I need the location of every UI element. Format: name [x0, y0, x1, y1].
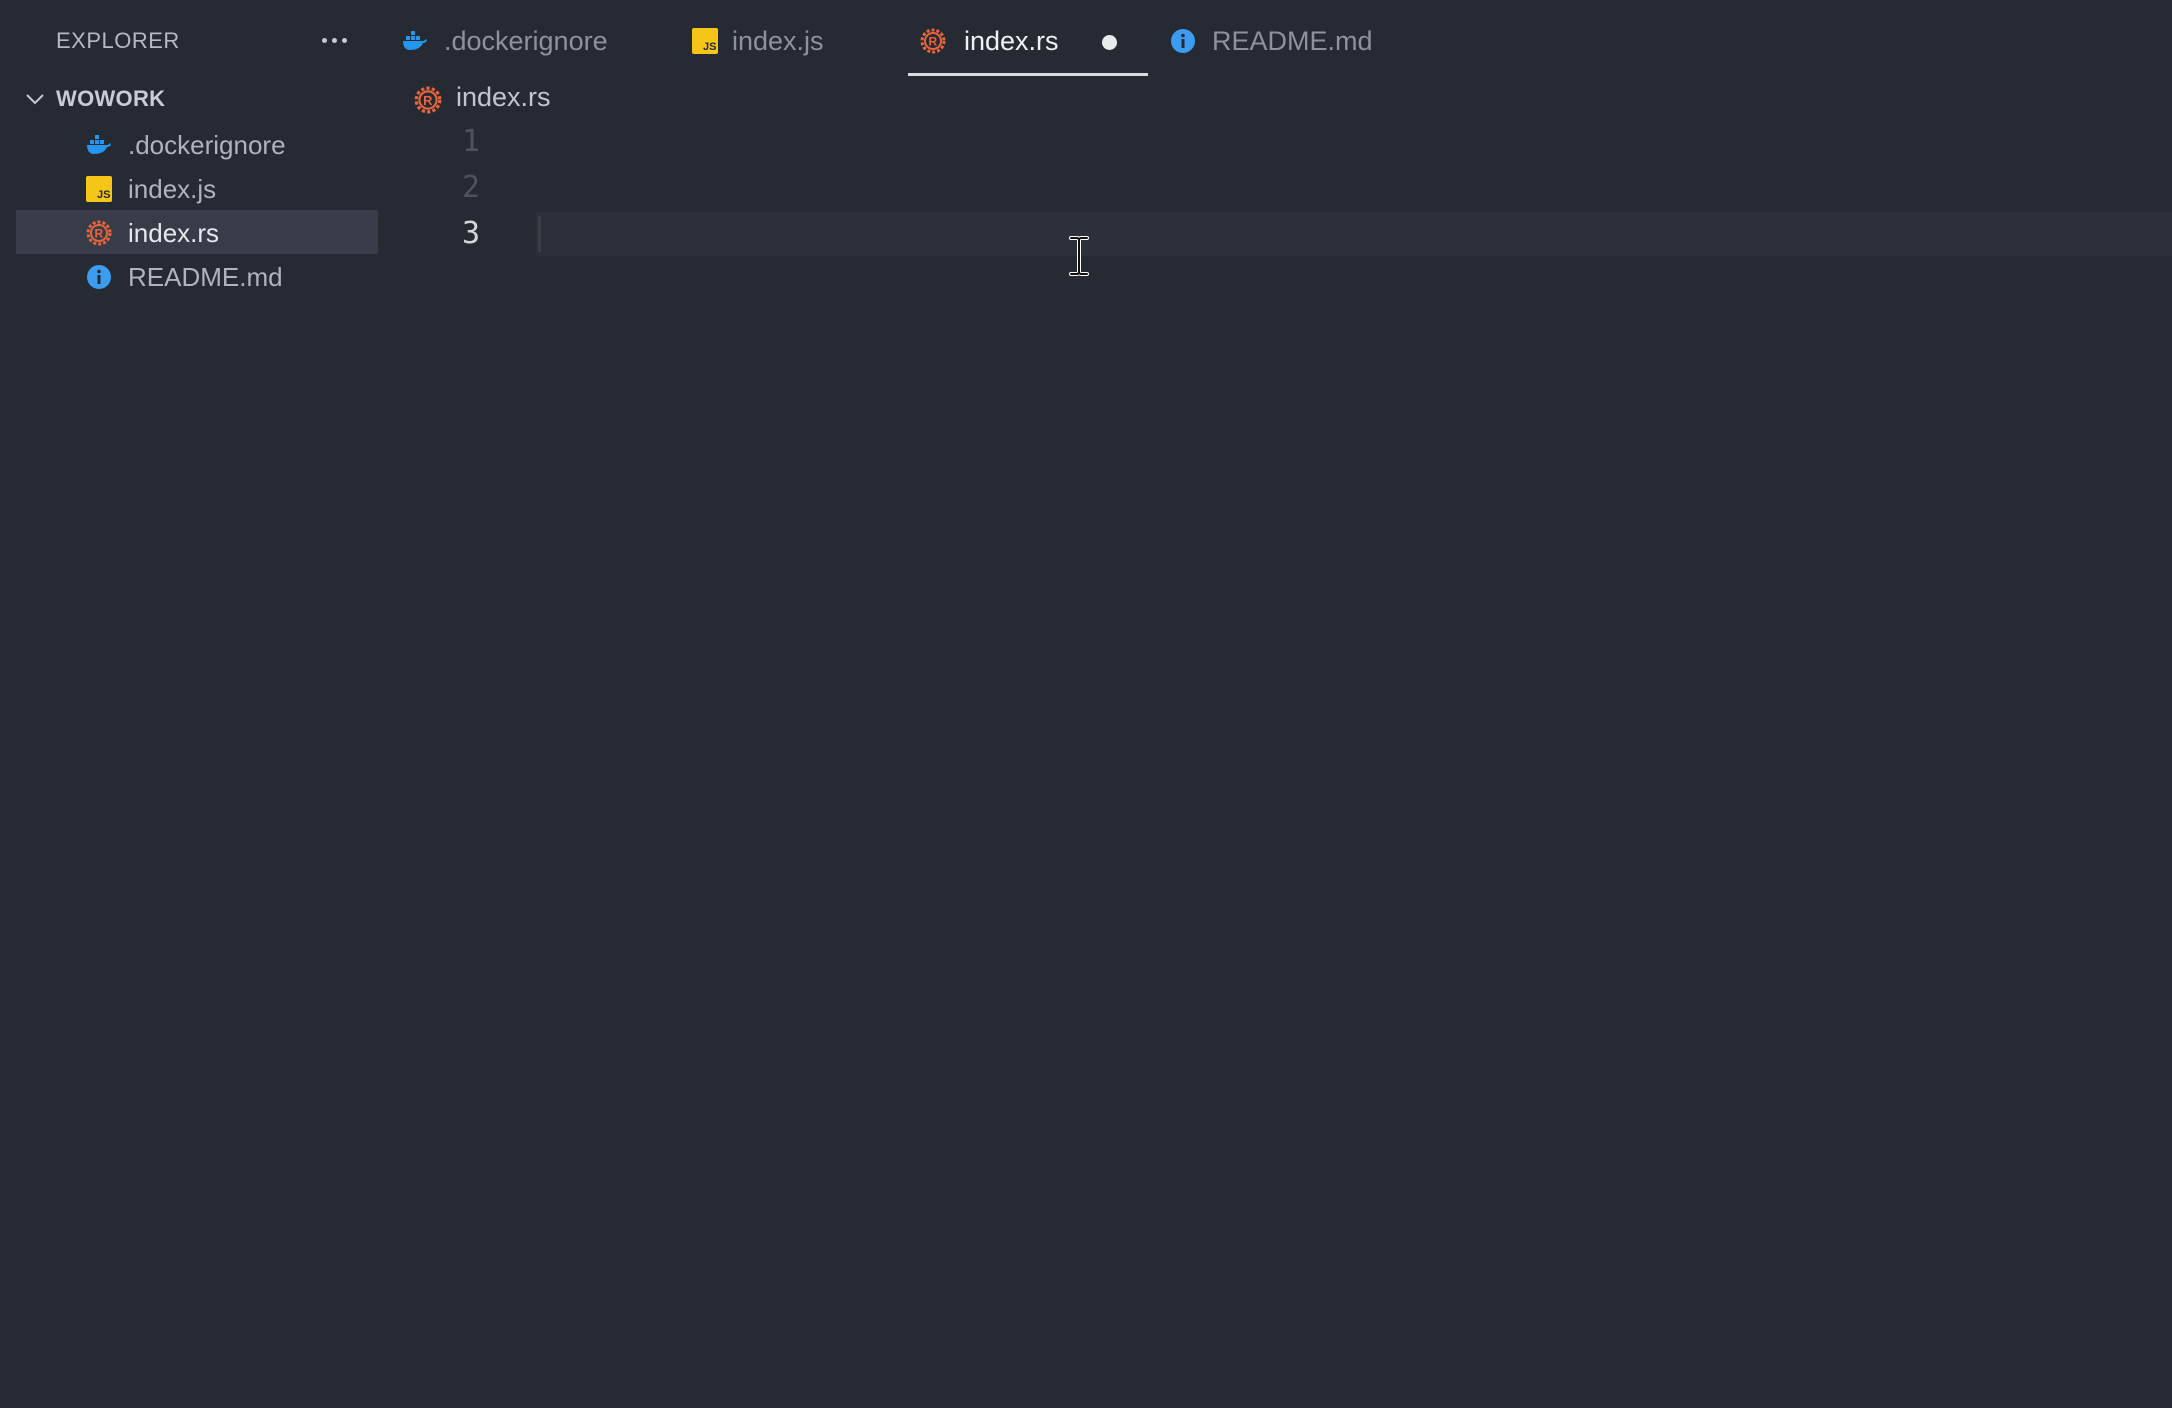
line-number-current: 3: [461, 216, 480, 251]
file-item-readme[interactable]: README.md: [16, 254, 378, 298]
tab-readme[interactable]: README.md: [1168, 0, 1408, 76]
file-tree: .dockerignore JS index.js R index.rs REA…: [0, 122, 392, 298]
file-name: index.js: [128, 174, 217, 204]
svg-text:R: R: [423, 93, 433, 108]
workspace-label: WOWORK: [56, 86, 166, 111]
ellipsis-icon: [321, 37, 327, 43]
javascript-icon: JS: [692, 28, 718, 54]
file-item-index-js[interactable]: JS index.js: [16, 166, 378, 210]
text-caret: [538, 216, 541, 252]
editor-tab-bar: .dockerignore JS index.js R index.rs REA…: [392, 0, 2172, 78]
workspace-folder[interactable]: WOWORK: [0, 80, 392, 116]
current-line-highlight: [536, 212, 2172, 256]
explorer-sidebar: EXPLORER WOWORK .dockerignore JS index.j…: [0, 0, 392, 1408]
tab-dockerignore[interactable]: .dockerignore: [392, 0, 642, 76]
line-number: 2: [461, 170, 480, 205]
code-editor[interactable]: 1 2 3: [392, 120, 2172, 1408]
svg-text:JS: JS: [97, 189, 110, 201]
svg-text:R: R: [929, 35, 938, 49]
file-name: index.rs: [128, 218, 220, 248]
unsaved-changes-dot-icon[interactable]: [1102, 35, 1117, 50]
file-item-index-rs[interactable]: R index.rs: [16, 210, 378, 254]
rust-icon: R: [414, 86, 442, 114]
svg-text:R: R: [95, 227, 104, 241]
breadcrumb-file: index.rs: [456, 82, 551, 112]
tab-label: README.md: [1212, 26, 1373, 56]
code-editor-window: EXPLORER WOWORK .dockerignore JS index.j…: [0, 0, 2172, 1408]
info-icon: [87, 265, 111, 289]
svg-text:JS: JS: [703, 41, 716, 53]
tab-label: .dockerignore: [444, 26, 608, 56]
text-cursor-icon: [1069, 236, 1089, 276]
docker-icon: [403, 31, 427, 50]
tab-index-rs[interactable]: R index.rs: [908, 0, 1148, 76]
rust-icon: R: [920, 28, 946, 54]
file-name: .dockerignore: [128, 130, 286, 160]
explorer-header: EXPLORER: [0, 0, 392, 82]
chevron-down-icon: [26, 94, 44, 105]
info-icon: [1171, 29, 1195, 53]
docker-icon: [87, 135, 111, 154]
rust-icon: R: [86, 220, 112, 246]
tab-index-js[interactable]: JS index.js: [692, 0, 902, 76]
tab-label: index.rs: [964, 26, 1059, 56]
javascript-icon: JS: [86, 176, 112, 202]
explorer-title: EXPLORER: [56, 28, 180, 53]
more-actions-button[interactable]: [314, 20, 354, 60]
file-item-dockerignore[interactable]: .dockerignore: [16, 122, 378, 166]
file-name: README.md: [128, 262, 283, 292]
tab-label: index.js: [732, 26, 824, 56]
line-number: 1: [461, 124, 480, 159]
